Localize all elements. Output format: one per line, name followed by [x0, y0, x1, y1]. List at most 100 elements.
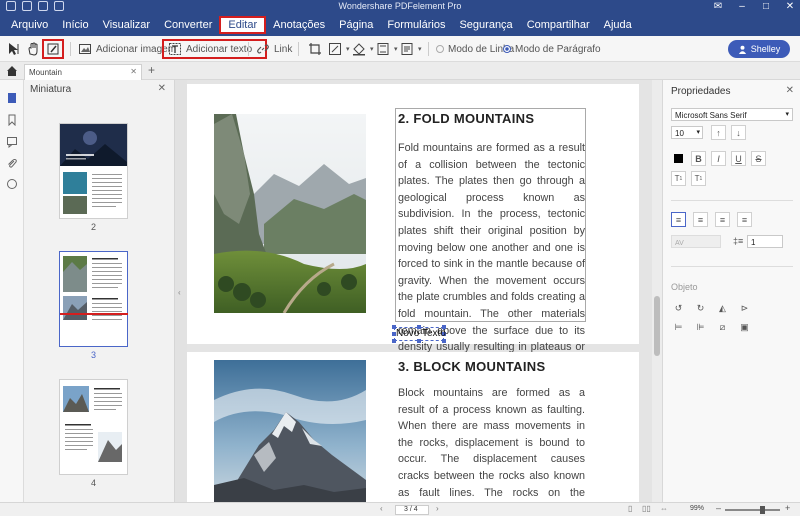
- attachment-icon[interactable]: [6, 158, 18, 170]
- previous-page-icon[interactable]: ‹: [380, 504, 383, 513]
- font-color-picker[interactable]: [671, 151, 686, 166]
- subscript-button[interactable]: T1: [691, 171, 706, 186]
- vertical-scrollbar[interactable]: [652, 80, 662, 502]
- edit-text-tool[interactable]: [42, 39, 64, 59]
- minimize-button[interactable]: –: [736, 0, 748, 14]
- link-button[interactable]: Link: [256, 39, 292, 59]
- fold-mountains-heading[interactable]: 2. FOLD MOUNTAINS: [398, 111, 534, 126]
- italic-button[interactable]: I: [711, 151, 726, 166]
- distribute-objects-icon[interactable]: ⊫: [693, 320, 708, 335]
- decrease-font-button[interactable]: ↓: [731, 125, 746, 140]
- fold-mountain-photo[interactable]: [214, 114, 366, 313]
- bates-tool[interactable]: ▾: [400, 39, 422, 59]
- zoom-in-icon[interactable]: +: [785, 503, 790, 513]
- align-right-button[interactable]: ≡: [715, 212, 730, 227]
- block-mountains-heading[interactable]: 3. BLOCK MOUNTAINS: [398, 359, 545, 374]
- close-properties-icon[interactable]: ✕: [786, 85, 794, 96]
- underline-button[interactable]: U: [731, 151, 746, 166]
- user-account-button[interactable]: Shelley: [728, 40, 790, 58]
- menu-inicio[interactable]: Início: [55, 16, 95, 34]
- zoom-slider-knob[interactable]: [760, 506, 765, 514]
- menu-ajuda[interactable]: Ajuda: [597, 16, 639, 34]
- panel-collapse-gutter[interactable]: ‹: [175, 80, 187, 516]
- font-size-select[interactable]: 10 ▾: [671, 126, 703, 139]
- superscript-button[interactable]: T1: [671, 171, 686, 186]
- strikethrough-button[interactable]: S: [751, 151, 766, 166]
- thumbnail-preview: [63, 386, 122, 462]
- flip-horizontal-icon[interactable]: ◭: [715, 301, 730, 316]
- maximize-button[interactable]: □: [760, 0, 772, 14]
- align-left-button[interactable]: ≡: [671, 212, 686, 227]
- menu-editar[interactable]: Editar: [219, 16, 267, 34]
- menu-visualizar[interactable]: Visualizar: [96, 16, 158, 34]
- bold-button[interactable]: B: [691, 151, 706, 166]
- menu-pagina[interactable]: Página: [332, 16, 380, 34]
- background-tool[interactable]: ▾: [352, 39, 374, 59]
- menu-anotacoes[interactable]: Anotações: [266, 16, 332, 34]
- font-family-select[interactable]: Microsoft Sans Serif ▾: [671, 108, 793, 121]
- fit-width-icon[interactable]: ⇔: [660, 504, 668, 513]
- menu-converter[interactable]: Converter: [157, 16, 219, 34]
- resize-handle[interactable]: [442, 339, 446, 343]
- thumbnail-page-2[interactable]: [59, 123, 128, 219]
- zoom-slider[interactable]: [725, 509, 780, 511]
- thumbnail-page-4[interactable]: [59, 379, 128, 475]
- bookmark-icon[interactable]: [6, 114, 18, 126]
- properties-panel: Propriedades ✕ Microsoft Sans Serif ▾ 10…: [662, 80, 800, 502]
- crop-tool[interactable]: [308, 39, 322, 59]
- replace-image-icon[interactable]: ▣: [737, 320, 752, 335]
- crop-object-icon[interactable]: ⧄: [715, 320, 730, 335]
- resize-handle[interactable]: [392, 339, 396, 343]
- menu-compartilhar[interactable]: Compartilhar: [520, 16, 597, 34]
- tab-mountain[interactable]: Mountain ✕: [24, 64, 142, 80]
- scrollbar-thumb[interactable]: [654, 296, 660, 356]
- increase-font-button[interactable]: ↑: [711, 125, 726, 140]
- search-icon[interactable]: [6, 178, 18, 190]
- edit-icon: [47, 43, 59, 55]
- paragraph-mode-label: Modo de Parágrafo: [515, 43, 601, 55]
- thumbnail-page-3[interactable]: [59, 251, 128, 347]
- rotate-left-icon[interactable]: ↺: [671, 301, 686, 316]
- home-icon[interactable]: [6, 65, 18, 77]
- thumbnail-panel: Miniatura ✕ 2 3 4: [24, 80, 175, 516]
- menu-seguranca[interactable]: Segurança: [452, 16, 519, 34]
- menu-arquivo[interactable]: Arquivo: [4, 16, 55, 34]
- block-mountains-paragraph[interactable]: Block mountains are formed as a result o…: [398, 385, 585, 502]
- block-mountain-photo[interactable]: [214, 360, 366, 502]
- edit-toolbar: Adicionar imagem Adicionar texto Link ▾ …: [0, 36, 800, 62]
- align-center-button[interactable]: ≡: [693, 212, 708, 227]
- line-spacing-icon: ‡≡: [733, 236, 744, 246]
- select-tool[interactable]: [6, 39, 20, 59]
- justify-button[interactable]: ≡: [737, 212, 752, 227]
- line-mode-radio[interactable]: [436, 45, 444, 53]
- hand-tool[interactable]: [26, 39, 40, 59]
- comment-icon[interactable]: [6, 136, 18, 148]
- zoom-out-icon[interactable]: –: [716, 503, 721, 513]
- new-tab-button[interactable]: +: [148, 63, 155, 77]
- close-tab-icon[interactable]: ✕: [130, 67, 137, 76]
- collapse-arrow-icon[interactable]: ‹: [178, 288, 181, 297]
- resize-handle[interactable]: [417, 339, 421, 343]
- thumbnails-icon[interactable]: [6, 92, 18, 104]
- two-page-view-icon[interactable]: ▯▯: [642, 504, 651, 513]
- add-text-button[interactable]: Adicionar texto: [162, 39, 267, 59]
- character-spacing-field[interactable]: AV: [671, 235, 721, 248]
- page-number-field[interactable]: 3 / 4: [395, 505, 429, 515]
- color-swatch: [674, 154, 683, 163]
- zoom-level[interactable]: 99%: [690, 505, 704, 512]
- flip-vertical-icon[interactable]: ⊳: [737, 301, 752, 316]
- next-page-icon[interactable]: ›: [436, 504, 439, 513]
- paragraph-mode-option[interactable]: Modo de Parágrafo: [503, 39, 601, 59]
- watermark-tool[interactable]: ▾: [328, 39, 350, 59]
- mail-icon[interactable]: ✉: [712, 0, 724, 14]
- align-objects-icon[interactable]: ⊨: [671, 320, 686, 335]
- paragraph-mode-radio[interactable]: [503, 45, 511, 53]
- line-spacing-field[interactable]: 1: [747, 235, 783, 248]
- close-button[interactable]: ✕: [784, 0, 796, 14]
- header-footer-tool[interactable]: ▾: [376, 39, 398, 59]
- rotate-right-icon[interactable]: ↻: [693, 301, 708, 316]
- new-text-content[interactable]: Novo Texto: [396, 328, 446, 339]
- close-thumbnail-panel-icon[interactable]: ✕: [158, 83, 166, 94]
- single-page-view-icon[interactable]: ▯: [628, 504, 632, 513]
- menu-formularios[interactable]: Formulários: [380, 16, 452, 34]
